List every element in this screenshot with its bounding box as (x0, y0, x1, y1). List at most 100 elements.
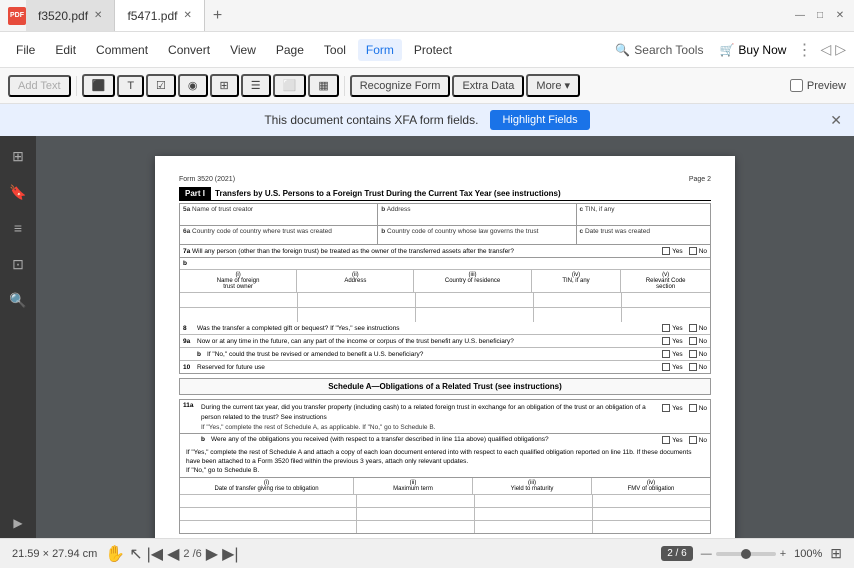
row-7a-no-box[interactable] (689, 247, 697, 255)
prev-page-icon[interactable]: ◀ (167, 544, 179, 564)
row-11a-yes-box[interactable] (662, 404, 670, 412)
oblig-field-3-4[interactable] (593, 521, 710, 533)
field-7b-2-2[interactable] (298, 308, 416, 322)
row-11a-no[interactable]: No (689, 404, 707, 412)
text-field-button[interactable]: T (117, 75, 144, 97)
add-tab-button[interactable]: + (205, 7, 230, 25)
row-10-yes[interactable]: Yes (662, 363, 683, 371)
field-6a[interactable]: 6a Country code of country where trust w… (180, 226, 378, 244)
preview-checkbox[interactable] (790, 79, 803, 92)
panel-icon-layers[interactable]: ≡ (6, 216, 30, 240)
select-tool-icon[interactable]: ↖ (129, 544, 142, 564)
field-select-button[interactable]: ⬛ (82, 74, 116, 97)
row-9b-no[interactable]: No (689, 350, 707, 358)
row-8-no[interactable]: No (689, 324, 707, 332)
row-8-no-box[interactable] (689, 324, 697, 332)
oblig-field-2-1[interactable] (180, 508, 357, 520)
oblig-field-3-3[interactable] (475, 521, 593, 533)
add-text-button[interactable]: Add Text (8, 75, 71, 97)
row-9a-yes-box[interactable] (662, 337, 670, 345)
field-5c[interactable]: c TIN, if any (577, 204, 711, 225)
row-10-no-box[interactable] (689, 363, 697, 371)
row-10-no[interactable]: No (689, 363, 707, 371)
checkbox-button[interactable]: ☑ (146, 74, 176, 97)
row-9a-no-box[interactable] (689, 337, 697, 345)
first-page-icon[interactable]: |◀ (147, 544, 163, 564)
document-area[interactable]: Form 3520 (2021) Page 2 Part I Transfers… (36, 136, 854, 538)
row-9a-yes[interactable]: Yes (662, 337, 683, 345)
more-button[interactable]: More ▾ (526, 74, 580, 97)
buy-now[interactable]: 🛒 Buy Now (719, 43, 786, 57)
radio-button[interactable]: ◉ (178, 74, 208, 97)
menu-tool[interactable]: Tool (316, 39, 354, 61)
align-button[interactable]: ⬜ (273, 74, 307, 97)
field-7b-1-4[interactable] (534, 293, 623, 307)
field-7b-2-3[interactable] (416, 308, 534, 322)
row-10-yes-box[interactable] (662, 363, 670, 371)
menu-protect[interactable]: Protect (406, 39, 460, 61)
last-page-icon[interactable]: ▶| (222, 544, 238, 564)
panel-icon-bookmarks[interactable]: 🔖 (6, 180, 30, 204)
field-5a-value[interactable] (183, 213, 374, 223)
row-9b-yes[interactable]: Yes (662, 350, 683, 358)
nav-back[interactable]: ◁ (820, 41, 831, 58)
field-7b-1-5[interactable] (622, 293, 710, 307)
recognize-form-button[interactable]: Recognize Form (350, 75, 451, 97)
field-7b-2-1[interactable] (180, 308, 298, 322)
zoom-in-button[interactable]: + (780, 548, 786, 560)
collapse-panel-button[interactable]: ▶ (13, 516, 22, 530)
field-7b-2-4[interactable] (534, 308, 623, 322)
close-button[interactable]: ✕ (834, 10, 846, 22)
menu-form[interactable]: Form (358, 39, 402, 61)
oblig-field-2-2[interactable] (357, 508, 475, 520)
field-5b[interactable]: b Address (378, 204, 576, 225)
tab-f5471[interactable]: f5471.pdf ✕ (115, 0, 204, 31)
tab-f5471-close[interactable]: ✕ (183, 10, 191, 21)
zoom-out-button[interactable]: — (701, 548, 712, 560)
menu-file[interactable]: File (8, 39, 43, 61)
row-8-yes-box[interactable] (662, 324, 670, 332)
menu-convert[interactable]: Convert (160, 39, 218, 61)
tab-f3520-close[interactable]: ✕ (94, 10, 102, 21)
panel-icon-thumbnails[interactable]: ⊞ (6, 144, 30, 168)
oblig-field-1-2[interactable] (357, 495, 475, 507)
row-11b-yes[interactable]: Yes (662, 436, 683, 444)
oblig-field-2-3[interactable] (475, 508, 593, 520)
tab-f3520[interactable]: f3520.pdf ✕ (26, 0, 115, 31)
highlight-fields-button[interactable]: Highlight Fields (490, 110, 589, 130)
maximize-button[interactable]: □ (814, 10, 826, 22)
oblig-field-1-1[interactable] (180, 495, 357, 507)
row-7a-yes[interactable]: Yes (662, 247, 683, 255)
row-11b-yes-box[interactable] (662, 436, 670, 444)
row-9b-yes-box[interactable] (662, 350, 670, 358)
oblig-field-2-4[interactable] (593, 508, 710, 520)
field-6c[interactable]: c Date trust was created (577, 226, 711, 244)
panel-icon-fields[interactable]: ⊡ (6, 252, 30, 276)
panel-icon-search[interactable]: 🔍 (6, 288, 30, 312)
menu-comment[interactable]: Comment (88, 39, 156, 61)
field-7b-1-3[interactable] (416, 293, 534, 307)
row-7a-yes-box[interactable] (662, 247, 670, 255)
menu-view[interactable]: View (222, 39, 264, 61)
notification-close-button[interactable]: ✕ (830, 112, 842, 129)
row-11a-no-box[interactable] (689, 404, 697, 412)
row-11a-yes[interactable]: Yes (662, 404, 683, 412)
oblig-field-3-2[interactable] (357, 521, 475, 533)
nav-forward[interactable]: ▷ (835, 41, 846, 58)
row-8-yes[interactable]: Yes (662, 324, 683, 332)
row-11b-no[interactable]: No (689, 436, 707, 444)
field-6b[interactable]: b Country code of country whose law gove… (378, 226, 576, 244)
preview-toggle[interactable]: Preview (790, 79, 846, 92)
search-tools[interactable]: 🔍 Search Tools (615, 43, 703, 57)
fit-page-icon[interactable]: ⊞ (830, 545, 842, 562)
oblig-field-1-3[interactable] (475, 495, 593, 507)
hand-tool-icon[interactable]: ✋ (105, 544, 125, 564)
zoom-slider-thumb[interactable] (741, 549, 751, 559)
menu-edit[interactable]: Edit (47, 39, 84, 61)
next-page-icon[interactable]: ▶ (206, 544, 218, 564)
oblig-field-3-1[interactable] (180, 521, 357, 533)
row-11b-no-box[interactable] (689, 436, 697, 444)
row-7a-no[interactable]: No (689, 247, 707, 255)
field-5a[interactable]: 5a Name of trust creator (180, 204, 378, 225)
field-7b-1-2[interactable] (298, 293, 416, 307)
